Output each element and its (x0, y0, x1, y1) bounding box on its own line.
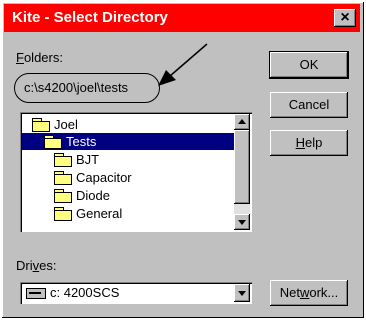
list-item[interactable]: BJT (54, 151, 99, 168)
scroll-thumb[interactable] (234, 130, 250, 204)
folder-icon (54, 207, 72, 221)
help-button[interactable]: Help (270, 130, 348, 156)
list-item[interactable]: Capacitor (54, 169, 132, 186)
folders-listbox[interactable]: Joel Tests BJT Capacitor Diode General (20, 112, 252, 232)
folders-scrollbar[interactable] (234, 114, 250, 230)
arrow-down-icon (238, 220, 246, 225)
folder-label: BJT (76, 152, 100, 167)
list-item[interactable]: Tests (22, 133, 234, 150)
dropdown-button[interactable] (234, 284, 250, 302)
drives-label: Drives: (16, 258, 57, 273)
folder-label: Diode (76, 188, 110, 203)
scroll-down-button[interactable] (234, 214, 250, 230)
folder-icon (54, 189, 72, 203)
ok-button[interactable]: OK (270, 52, 348, 78)
chevron-down-icon (238, 291, 246, 296)
selected-drive: c: 4200SCS (50, 285, 120, 300)
list-item[interactable]: Joel (32, 116, 78, 133)
folder-icon (54, 171, 72, 185)
folder-label: Capacitor (76, 170, 132, 185)
arrow-up-icon (238, 119, 246, 124)
scroll-up-button[interactable] (234, 114, 250, 130)
folder-icon (54, 153, 72, 167)
drive-icon (26, 288, 46, 299)
folder-label: General (76, 206, 123, 221)
open-folder-icon (44, 135, 62, 149)
open-folder-icon (32, 118, 50, 132)
list-item[interactable]: Diode (54, 187, 110, 204)
folder-label: Joel (54, 117, 78, 132)
drives-combobox[interactable]: c: 4200SCS (20, 282, 252, 304)
list-item[interactable]: General (54, 205, 122, 222)
cancel-button[interactable]: Cancel (270, 92, 348, 118)
folder-label: Tests (66, 134, 97, 149)
network-button[interactable]: Network... (270, 280, 348, 306)
